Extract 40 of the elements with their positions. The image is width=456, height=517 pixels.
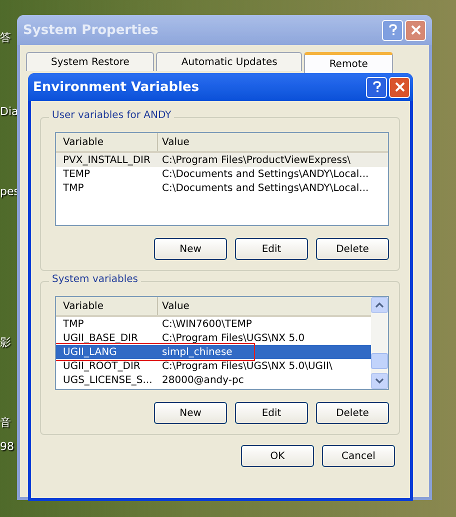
dialog-button[interactable]: Cancel — [322, 445, 395, 467]
close-icon[interactable] — [389, 76, 410, 98]
list-row[interactable]: PVX_INSTALL_DIR C:\Program Files\ProductViewExpress\ — [56, 153, 388, 167]
list-row[interactable]: UGII_BASE_DIR C:\Program Files\UGS\NX 5.0 — [56, 331, 371, 345]
tab[interactable]: Automatic Updates — [156, 52, 302, 71]
list-row[interactable]: TMP C:\Documents and Settings\ANDY\Local... — [56, 181, 388, 195]
desktop-icon-label: 答 — [0, 31, 11, 44]
dialog-title: Environment Variables — [33, 80, 200, 94]
dialog-button[interactable]: New — [154, 402, 227, 424]
scroll-thumb[interactable] — [371, 353, 388, 369]
column-header[interactable]: Value — [158, 297, 371, 315]
column-header[interactable]: Variable — [56, 297, 158, 315]
column-header[interactable]: Value — [158, 133, 388, 151]
scrollbar[interactable] — [371, 297, 388, 389]
tab[interactable]: Remote — [304, 52, 393, 73]
scroll-down-icon[interactable] — [371, 373, 388, 389]
dialog-button[interactable]: Edit — [235, 402, 308, 424]
tab[interactable]: System Restore — [26, 52, 154, 71]
list-row[interactable]: UGS_LICENSE_S... 28000@andy-pc — [56, 373, 371, 387]
window-title: System Properties — [23, 22, 158, 38]
list-row[interactable]: UGII_LANG simpl_chinese — [56, 345, 371, 359]
desktop-icon-label: 音 — [0, 416, 11, 429]
desktop-icon-label: 98 — [0, 440, 14, 453]
dialog-button[interactable]: Delete — [316, 238, 389, 260]
desktop-icon-label: 影 — [0, 336, 11, 349]
dialog-button[interactable]: OK — [241, 445, 314, 467]
column-header[interactable]: Variable — [56, 133, 158, 151]
help-icon[interactable] — [366, 76, 387, 98]
help-icon[interactable] — [382, 20, 403, 40]
list-row[interactable]: UGII_ROOT_DIR C:\Program Files\UGS\NX 5.0\UGII\ — [56, 359, 371, 373]
desktop-icon-label: Dia — [0, 105, 18, 118]
dialog-button[interactable]: Edit — [235, 238, 308, 260]
dialog-button[interactable]: New — [154, 238, 227, 260]
list-row[interactable]: TEMP C:\Documents and Settings\ANDY\Local... — [56, 167, 388, 181]
scroll-up-icon[interactable] — [371, 297, 388, 313]
close-icon[interactable] — [405, 20, 426, 40]
dialog-button[interactable]: Delete — [316, 402, 389, 424]
list-row[interactable]: TMP C:\WIN7600\TEMP — [56, 317, 371, 331]
group-label: System variables — [49, 274, 142, 285]
group-label: User variables for ANDY — [49, 110, 174, 121]
